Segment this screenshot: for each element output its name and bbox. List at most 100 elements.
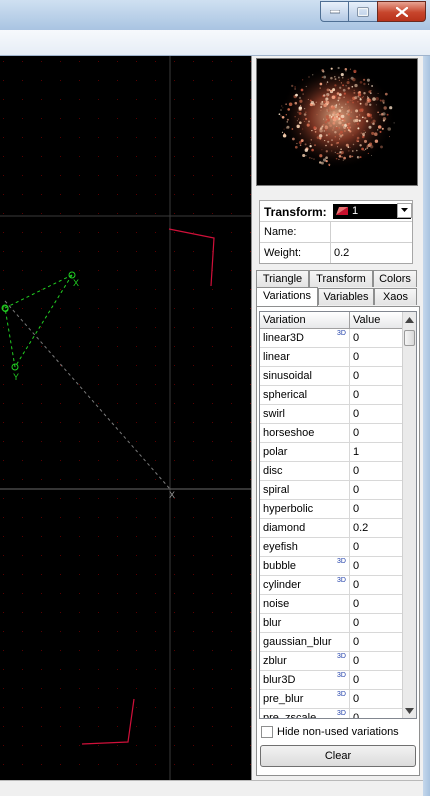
table-row[interactable]: linear3D 3D 0 (260, 329, 402, 348)
grid-header: Variation Value (260, 312, 402, 329)
name-label: Name: (264, 226, 297, 238)
variation-value[interactable]: 0 (353, 427, 359, 439)
variation-name: eyefish (263, 541, 298, 553)
variations-grid[interactable]: Variation Value linear3D 3D 0 linear 0 sinuso… (259, 311, 417, 719)
variation-name: pre_blur (263, 693, 304, 705)
variation-value[interactable]: 0 (353, 598, 359, 610)
variations-scrollbar[interactable] (402, 312, 416, 718)
tab-variables[interactable]: Variables (318, 288, 374, 305)
weight-row: Weight: 0.2 (260, 243, 412, 264)
variation-value[interactable]: 0 (353, 351, 359, 363)
variation-value[interactable]: 0 (353, 560, 359, 572)
variation-value[interactable]: 0 (353, 332, 359, 344)
scroll-up-icon[interactable] (405, 317, 414, 323)
variation-value[interactable]: 0 (353, 579, 359, 591)
transform-selected-value: 1 (352, 205, 359, 217)
variation-name: horseshoe (263, 427, 315, 439)
header-value[interactable]: Value (353, 314, 380, 326)
vertex-label-x: X (73, 278, 79, 288)
tab-colors[interactable]: Colors (373, 270, 417, 287)
variation-value[interactable]: 0.2 (353, 522, 368, 534)
variation-name: blur3D (263, 674, 296, 686)
table-row[interactable]: gaussian_blur 0 (260, 633, 402, 652)
hide-unused-label: Hide non-used variations (277, 726, 399, 738)
badge-3d: 3D (337, 653, 346, 660)
table-row[interactable]: zblur 3D 0 (260, 652, 402, 671)
table-row[interactable]: horseshoe 0 (260, 424, 402, 443)
editor-graphics: O X Y X (0, 56, 251, 780)
table-row[interactable]: noise 0 (260, 595, 402, 614)
badge-3d: 3D (337, 330, 346, 337)
table-row[interactable]: hyperbolic 0 (260, 500, 402, 519)
hide-unused-checkbox[interactable] (261, 726, 273, 738)
table-row[interactable]: sinusoidal 0 (260, 367, 402, 386)
table-row[interactable]: disc 0 (260, 462, 402, 481)
close-button[interactable] (377, 1, 426, 22)
table-row[interactable]: linear 0 (260, 348, 402, 367)
variation-value[interactable]: 0 (353, 693, 359, 705)
badge-3d: 3D (337, 577, 346, 584)
variation-value[interactable]: 0 (353, 370, 359, 382)
transform-row: Transform: 1 (260, 201, 412, 222)
clear-button[interactable]: Clear (260, 745, 416, 767)
variation-value[interactable]: 0 (353, 712, 359, 718)
variation-name: polar (263, 446, 288, 458)
scroll-thumb[interactable] (404, 330, 415, 346)
variation-name: hyperbolic (263, 503, 314, 515)
table-row[interactable]: pre_zscale 3D 0 (260, 709, 402, 719)
table-row[interactable]: swirl 0 (260, 405, 402, 424)
table-row[interactable]: pre_blur 3D 0 (260, 690, 402, 709)
variations-tab-panel: Variation Value linear3D 3D 0 linear 0 sinuso… (256, 306, 420, 776)
transform-label: Transform: (264, 205, 327, 219)
status-bar (0, 780, 423, 796)
badge-3d: 3D (337, 691, 346, 698)
header-variation[interactable]: Variation (263, 314, 306, 326)
table-row[interactable]: diamond 0.2 (260, 519, 402, 538)
table-row[interactable]: blur3D 3D 0 (260, 671, 402, 690)
variation-value[interactable]: 0 (353, 541, 359, 553)
tab-triangle[interactable]: Triangle (256, 270, 309, 287)
tab-variations[interactable]: Variations (256, 287, 318, 306)
transform-editor-canvas[interactable]: O X Y X (0, 56, 251, 780)
variation-value[interactable]: 0 (353, 655, 359, 667)
table-row[interactable]: spiral 0 (260, 481, 402, 500)
tab-xaos[interactable]: Xaos (374, 288, 417, 305)
variation-value[interactable]: 0 (353, 503, 359, 515)
variation-value[interactable]: 0 (353, 484, 359, 496)
scroll-down-icon[interactable] (405, 708, 414, 714)
variation-value[interactable]: 0 (353, 617, 359, 629)
weight-label: Weight: (264, 247, 302, 259)
maximize-icon (357, 7, 369, 16)
table-row[interactable]: polar 1 (260, 443, 402, 462)
close-icon (395, 6, 408, 17)
table-row[interactable]: spherical 0 (260, 386, 402, 405)
variation-name: bubble (263, 560, 297, 572)
transform-properties: Transform: 1 Name: Weight: 0.2 (259, 200, 413, 264)
variation-value[interactable]: 0 (353, 636, 359, 648)
maximize-button[interactable] (348, 1, 378, 22)
transform-color-swatch-icon (336, 207, 348, 215)
variation-name: spherical (263, 389, 308, 401)
variation-name: disc (263, 465, 283, 477)
variation-value[interactable]: 0 (353, 408, 359, 420)
variation-value[interactable]: 0 (353, 465, 359, 477)
badge-3d: 3D (337, 710, 346, 717)
vertex-label-o: O (2, 304, 9, 314)
name-row: Name: (260, 222, 412, 243)
tab-transform[interactable]: Transform (309, 270, 373, 287)
transform-dropdown-button[interactable] (397, 203, 412, 218)
variation-name: pre_zscale (263, 712, 317, 719)
table-row[interactable]: cylinder 3D 0 (260, 576, 402, 595)
variation-value[interactable]: 1 (353, 446, 359, 458)
transform-select[interactable]: 1 (333, 203, 412, 219)
variation-value[interactable]: 0 (353, 674, 359, 686)
chevron-down-icon (401, 208, 408, 212)
table-row[interactable]: blur 0 (260, 614, 402, 633)
badge-3d: 3D (337, 558, 346, 565)
weight-field[interactable]: 0.2 (334, 247, 349, 259)
table-row[interactable]: bubble 3D 0 (260, 557, 402, 576)
variation-name: blur (263, 617, 282, 629)
minimize-button[interactable] (320, 1, 349, 22)
variation-value[interactable]: 0 (353, 389, 359, 401)
table-row[interactable]: eyefish 0 (260, 538, 402, 557)
